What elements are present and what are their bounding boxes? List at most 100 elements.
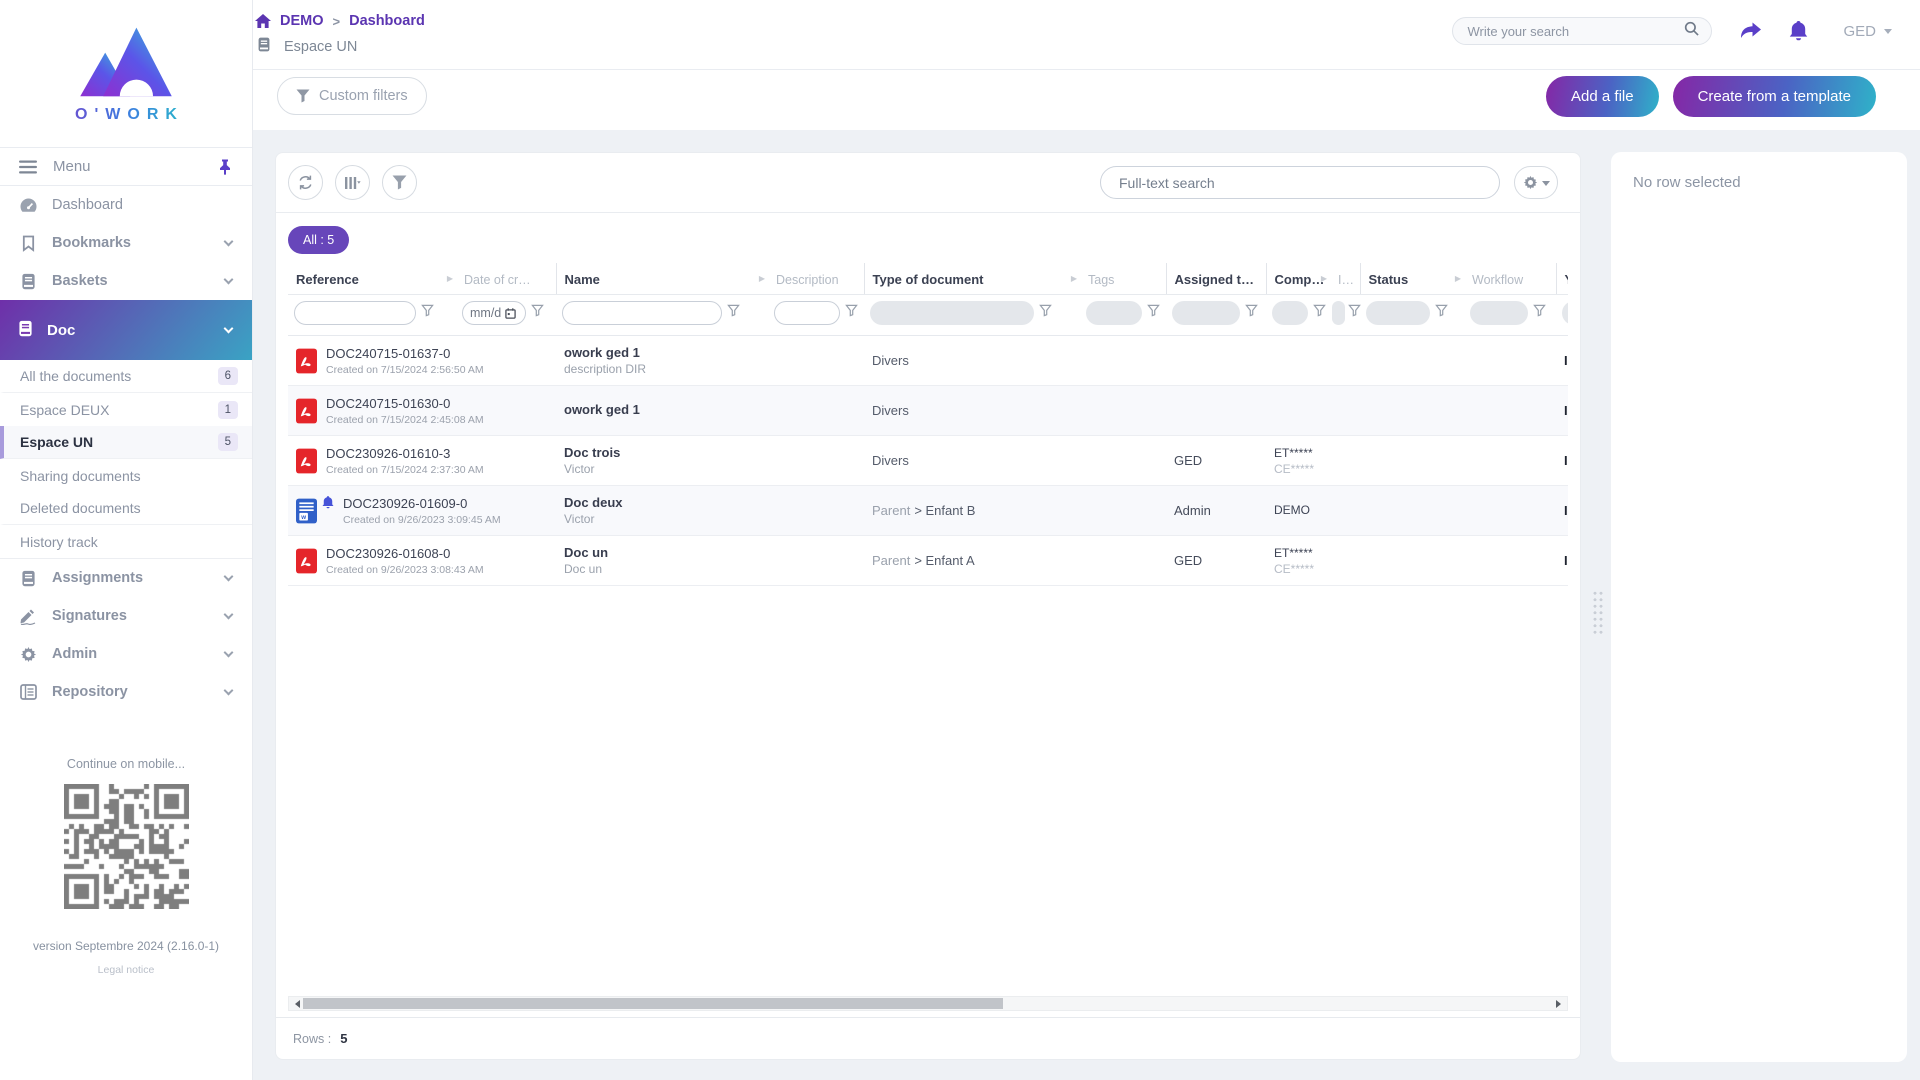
panel-resize-handle[interactable] bbox=[1592, 590, 1604, 634]
add-file-button[interactable]: Add a file bbox=[1546, 75, 1659, 117]
sidebar-item-doc[interactable]: Doc bbox=[0, 300, 252, 360]
user-menu[interactable]: GED bbox=[1843, 23, 1892, 40]
column-header-name[interactable]: Name ▶ bbox=[555, 263, 768, 295]
breadcrumb-current[interactable]: Dashboard bbox=[349, 13, 425, 29]
table-row[interactable]: DOC230926-01608-0 Created on 9/26/2023 3:… bbox=[288, 535, 1568, 586]
filter-input-reference[interactable] bbox=[295, 302, 415, 324]
filter-funnel-icon[interactable] bbox=[531, 304, 544, 322]
filter-funnel-icon[interactable] bbox=[1245, 304, 1258, 322]
sidebar-item-label: Bookmarks bbox=[52, 235, 131, 251]
home-icon[interactable] bbox=[255, 13, 271, 29]
filter-funnel-icon[interactable] bbox=[727, 304, 740, 322]
table-row[interactable]: DOC240715-01637-0 Created on 7/15/2024 2:… bbox=[288, 335, 1568, 386]
doc-submenu: All the documents 6 Espace DEUX 1 Espace… bbox=[0, 360, 252, 559]
tags-cell bbox=[1080, 485, 1166, 536]
filter-funnel-icon[interactable] bbox=[1039, 304, 1052, 322]
tags-cell bbox=[1080, 535, 1166, 586]
hamburger-icon bbox=[18, 160, 38, 174]
filter-funnel-icon[interactable] bbox=[421, 304, 434, 322]
sidebar-item-label: Doc bbox=[47, 321, 76, 339]
menu-toggle[interactable]: Menu bbox=[0, 147, 252, 186]
documents-table-card: All : 5 Reference▶ Date of cr… bbox=[275, 152, 1581, 1060]
filter-date-input[interactable]: mm/d bbox=[462, 301, 526, 325]
cutoff-cell: I bbox=[1556, 535, 1568, 586]
share-forward-icon[interactable] bbox=[1739, 22, 1762, 40]
sidebar-item-admin[interactable]: Admin bbox=[0, 635, 252, 673]
fulltext-search-input[interactable] bbox=[1100, 166, 1500, 199]
filter-funnel-icon[interactable] bbox=[1533, 304, 1546, 322]
column-header-comp[interactable]: Comp… ▶ bbox=[1265, 263, 1330, 295]
custom-filters-label: Custom filters bbox=[319, 88, 408, 104]
sort-arrow-icon: ▶ bbox=[1320, 274, 1327, 283]
sidebar-item-bookmarks[interactable]: Bookmarks bbox=[0, 224, 252, 262]
column-header-status[interactable]: Status ▶ bbox=[1359, 263, 1464, 295]
company-cell: ET***** CE***** bbox=[1266, 535, 1330, 586]
column-header-y[interactable]: Y… bbox=[1555, 263, 1568, 295]
all-filter-pill[interactable]: All : 5 bbox=[288, 226, 350, 254]
breadcrumb-separator: > bbox=[332, 13, 341, 29]
column-header-reference[interactable]: Reference ▶ bbox=[288, 263, 456, 295]
sidebar-item-assignments[interactable]: Assignments bbox=[0, 559, 252, 597]
filter-input-description[interactable] bbox=[775, 302, 839, 324]
scroll-left-arrow[interactable] bbox=[291, 999, 300, 1008]
refresh-button[interactable] bbox=[288, 165, 323, 200]
book-icon bbox=[18, 273, 38, 290]
pin-sidebar-icon[interactable] bbox=[218, 159, 232, 175]
column-header-i[interactable]: I… bbox=[1330, 263, 1360, 295]
scrollbar-thumb[interactable] bbox=[303, 998, 1003, 1009]
column-header-type[interactable]: Type of document ▶ bbox=[863, 263, 1080, 295]
sidebar-item-all-documents[interactable]: All the documents 6 bbox=[0, 360, 252, 393]
breadcrumb-root[interactable]: DEMO bbox=[280, 13, 324, 29]
filter-funnel-icon[interactable] bbox=[1313, 304, 1326, 322]
sidebar-item-deleted-documents[interactable]: Deleted documents bbox=[0, 492, 252, 525]
sidebar-item-signatures[interactable]: Signatures bbox=[0, 597, 252, 635]
legal-notice-link[interactable]: Legal notice bbox=[0, 964, 252, 976]
global-search bbox=[1452, 17, 1713, 45]
document-reference: DOC240715-01630-0 bbox=[326, 395, 451, 411]
filter-button[interactable] bbox=[382, 165, 417, 200]
type-cell: Divers bbox=[864, 385, 1080, 436]
sidebar-item-espace-deux[interactable]: Espace DEUX 1 bbox=[0, 393, 252, 426]
status-cell bbox=[1360, 535, 1464, 586]
status-cell bbox=[1360, 335, 1464, 386]
column-header-workflow[interactable]: Workflow bbox=[1464, 263, 1556, 295]
word-file-icon: w bbox=[296, 498, 317, 524]
workflow-cell bbox=[1464, 535, 1556, 586]
column-header-tags[interactable]: Tags bbox=[1080, 263, 1166, 295]
filter-funnel-icon[interactable] bbox=[1348, 304, 1361, 322]
type-cell: Divers bbox=[864, 335, 1080, 386]
filter-funnel-icon[interactable] bbox=[1435, 304, 1448, 322]
sidebar-item-baskets[interactable]: Baskets bbox=[0, 262, 252, 300]
horizontal-scrollbar[interactable] bbox=[288, 996, 1568, 1011]
chevron-down-icon bbox=[223, 236, 234, 246]
table-row[interactable]: w DOC230926-01609-0 Created on 9/26/2023 … bbox=[288, 485, 1568, 536]
filter-funnel-icon[interactable] bbox=[845, 304, 858, 322]
sidebar-item-dashboard[interactable]: Dashboard bbox=[0, 186, 252, 224]
create-from-template-button[interactable]: Create from a template bbox=[1672, 75, 1876, 117]
column-header-date[interactable]: Date of cr… bbox=[456, 263, 556, 295]
table-settings-button[interactable] bbox=[1514, 166, 1558, 199]
filter-select-y bbox=[1562, 301, 1568, 325]
cutoff-cell: I bbox=[1556, 485, 1568, 536]
column-header-description[interactable]: Description bbox=[768, 263, 864, 295]
filter-funnel-icon[interactable] bbox=[1147, 304, 1160, 322]
filter-input-name[interactable] bbox=[563, 302, 721, 324]
search-icon[interactable] bbox=[1684, 21, 1700, 41]
sidebar-item-sharing-documents[interactable]: Sharing documents bbox=[0, 459, 252, 492]
columns-button[interactable] bbox=[335, 165, 370, 200]
global-search-input[interactable] bbox=[1467, 23, 1677, 39]
name-cell: owork ged 1 description DIR bbox=[556, 335, 768, 386]
column-header-assigned[interactable]: Assigned t… bbox=[1165, 263, 1266, 295]
scroll-right-arrow[interactable] bbox=[1556, 999, 1565, 1008]
name-cell: Doc deux Victor bbox=[556, 485, 768, 536]
table-row[interactable]: DOC230926-01610-3 Created on 7/15/2024 2:… bbox=[288, 435, 1568, 486]
gear-icon bbox=[1523, 175, 1537, 190]
custom-filters-button[interactable]: Custom filters bbox=[277, 77, 427, 115]
version-label: version Septembre 2024 (2.16.0-1) bbox=[32, 939, 220, 953]
sidebar-item-espace-un[interactable]: Espace UN 5 bbox=[0, 426, 252, 459]
sidebar-item-repository[interactable]: Repository bbox=[0, 673, 252, 711]
table-row[interactable]: DOC240715-01630-0 Created on 7/15/2024 2:… bbox=[288, 385, 1568, 436]
space-book-icon bbox=[257, 37, 271, 56]
notifications-bell-icon[interactable] bbox=[1789, 21, 1808, 41]
sidebar-item-history-track[interactable]: History track bbox=[0, 525, 252, 558]
